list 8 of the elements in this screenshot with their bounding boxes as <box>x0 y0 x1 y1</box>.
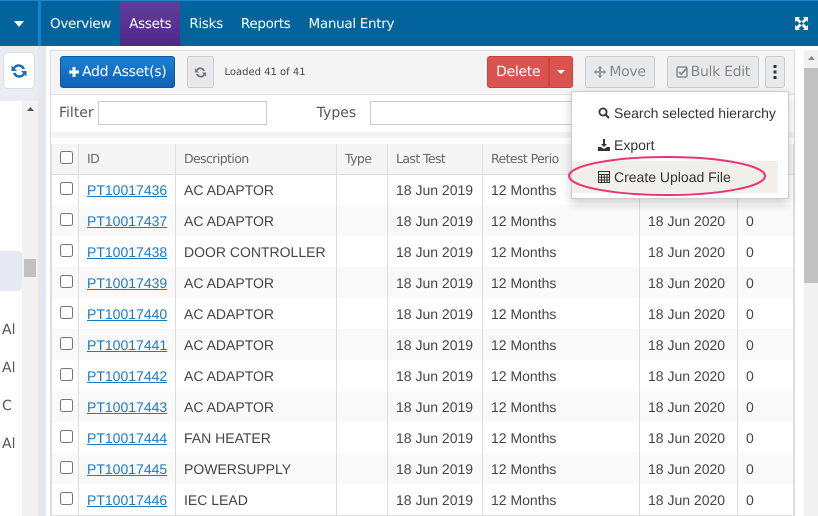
loaded-status: Loaded 41 of 41 <box>224 66 306 78</box>
table-cell: 18 Jun 2020 <box>640 484 738 515</box>
table-cell: 0 <box>738 484 794 515</box>
types-label: Types <box>316 105 356 122</box>
filter-label: Filter <box>59 105 94 122</box>
table-cell: 12 Months <box>482 484 640 515</box>
table-cell: 18 Jun 2019 <box>388 484 482 515</box>
table-cell: IEC LEAD <box>176 484 336 515</box>
